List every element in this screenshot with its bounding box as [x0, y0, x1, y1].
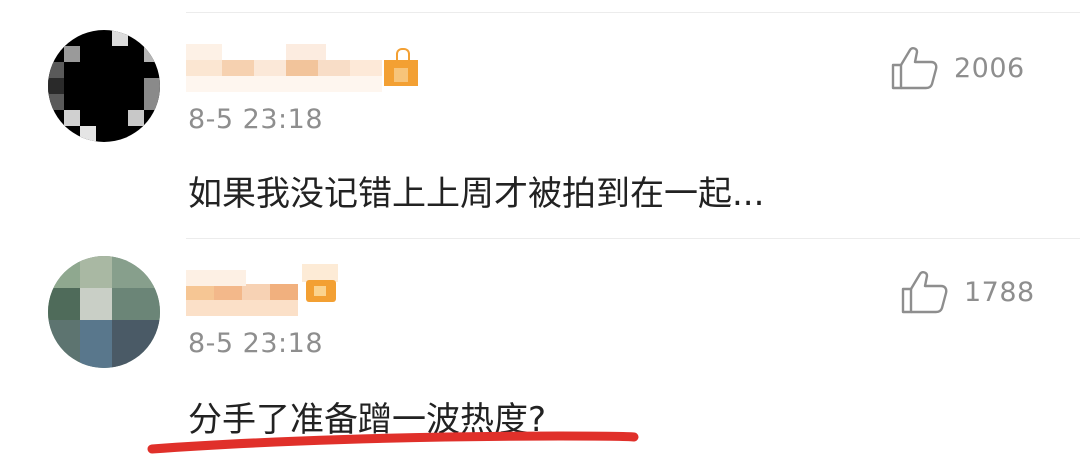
comment-text: 分手了准备蹭一波热度?	[188, 400, 547, 440]
thumbs-up-icon	[891, 47, 938, 90]
avatar[interactable]	[48, 256, 160, 368]
comment-timestamp: 8-5 23:18	[188, 328, 323, 359]
thumbs-up-icon	[901, 271, 948, 314]
comment-timestamp: 8-5 23:18	[188, 104, 323, 135]
like-count: 1788	[964, 276, 1035, 308]
comment-item: 8-5 23:18 如果我没记错上上周才被拍到在一起... 2006	[0, 0, 1080, 238]
avatar[interactable]	[48, 30, 160, 142]
vip-badge-icon	[384, 46, 418, 86]
like-button[interactable]: 1788	[900, 270, 1035, 314]
like-count: 2006	[954, 52, 1025, 84]
like-button[interactable]: 2006	[890, 46, 1025, 90]
comment-text: 如果我没记错上上周才被拍到在一起...	[188, 174, 765, 214]
vip-badge-icon	[302, 264, 338, 304]
comment-item: 8-5 23:18 分手了准备蹭一波热度? 1788	[0, 238, 1080, 476]
